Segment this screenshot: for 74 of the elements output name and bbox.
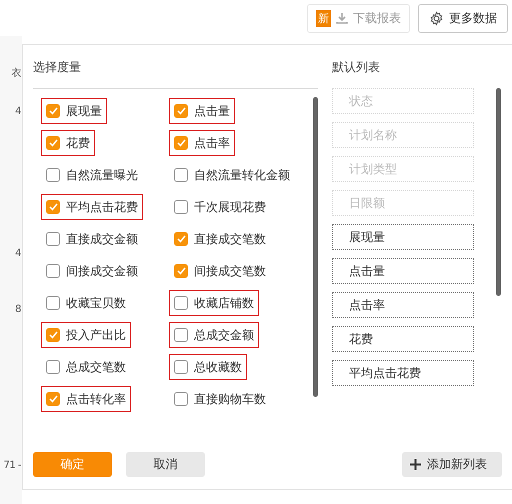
list-item[interactable]: 点击量 bbox=[332, 258, 474, 284]
checkbox-item[interactable]: 总成交金额 bbox=[169, 322, 259, 348]
download-icon bbox=[336, 12, 348, 24]
checkbox[interactable] bbox=[46, 168, 60, 182]
list-item: 计划名称 bbox=[332, 122, 474, 148]
table-cell: 71 - bbox=[3, 460, 21, 471]
check-icon bbox=[48, 203, 58, 211]
table-cell: 8 bbox=[15, 304, 21, 315]
checkbox[interactable] bbox=[46, 264, 60, 278]
checkbox-item[interactable]: 自然流量转化金额 bbox=[169, 162, 295, 188]
list-item[interactable]: 花费 bbox=[332, 326, 474, 352]
checkbox-item[interactable]: 收藏店铺数 bbox=[169, 290, 259, 316]
check-icon bbox=[48, 107, 58, 115]
checkbox[interactable] bbox=[174, 296, 188, 310]
list-item[interactable]: 平均点击花费 bbox=[332, 360, 474, 386]
check-icon bbox=[176, 139, 186, 147]
checkbox-item[interactable]: 展现量 bbox=[41, 98, 107, 124]
checkbox-item[interactable]: 花费 bbox=[41, 130, 95, 156]
check-icon bbox=[176, 235, 186, 243]
checkbox-item[interactable]: 直接购物车数 bbox=[169, 386, 271, 412]
checkbox[interactable] bbox=[46, 232, 60, 246]
checkbox-item[interactable]: 收藏宝贝数 bbox=[41, 290, 131, 316]
checkbox-item[interactable]: 总成交笔数 bbox=[41, 354, 131, 380]
checkbox-item[interactable]: 点击率 bbox=[169, 130, 235, 156]
checkbox[interactable] bbox=[174, 360, 188, 374]
check-icon bbox=[176, 267, 186, 275]
checkbox-item[interactable]: 间接成交金额 bbox=[41, 258, 143, 284]
checkbox[interactable] bbox=[174, 264, 188, 278]
table-cell-text: 衣 bbox=[12, 66, 21, 80]
checkbox[interactable] bbox=[46, 328, 60, 342]
checkbox[interactable] bbox=[46, 136, 60, 150]
check-icon bbox=[176, 107, 186, 115]
checkbox[interactable] bbox=[174, 168, 188, 182]
checkbox[interactable] bbox=[46, 296, 60, 310]
checkbox[interactable] bbox=[174, 136, 188, 150]
checkbox[interactable] bbox=[174, 200, 188, 214]
checkbox-item[interactable]: 直接成交金额 bbox=[41, 226, 143, 252]
checkbox-item[interactable]: 千次展现花费 bbox=[169, 194, 271, 220]
checkbox[interactable] bbox=[174, 104, 188, 118]
cancel-button[interactable]: 取消 bbox=[126, 452, 205, 477]
checkbox-item[interactable]: 自然流量曝光 bbox=[41, 162, 143, 188]
check-icon bbox=[48, 139, 58, 147]
checkbox[interactable] bbox=[46, 104, 60, 118]
list-item: 日限额 bbox=[332, 190, 474, 216]
table-cell: 4 bbox=[15, 106, 21, 117]
checkbox-item[interactable]: 总收藏数 bbox=[169, 354, 247, 380]
table-cell: 4 bbox=[15, 248, 21, 259]
add-list-button[interactable]: 添加新列表 bbox=[402, 452, 502, 477]
checkbox[interactable] bbox=[46, 360, 60, 374]
checkbox-item[interactable]: 点击转化率 bbox=[41, 386, 131, 412]
section-title: 默认列表 bbox=[332, 59, 381, 76]
scrollbar[interactable] bbox=[313, 97, 318, 397]
checkbox[interactable] bbox=[174, 328, 188, 342]
plus-icon bbox=[410, 459, 421, 470]
checkbox-item[interactable]: 点击量 bbox=[169, 98, 235, 124]
checkbox[interactable] bbox=[46, 200, 60, 214]
list-item[interactable]: 展现量 bbox=[332, 224, 474, 250]
check-icon bbox=[48, 331, 58, 339]
checkbox-item[interactable]: 直接成交笔数 bbox=[169, 226, 271, 252]
list-item: 状态 bbox=[332, 88, 474, 114]
check-icon bbox=[48, 395, 58, 403]
new-badge: 新 bbox=[316, 10, 331, 26]
list-item: 计划类型 bbox=[332, 156, 474, 182]
checkbox[interactable] bbox=[46, 392, 60, 406]
checkbox[interactable] bbox=[174, 232, 188, 246]
scrollbar[interactable] bbox=[496, 88, 501, 296]
checkbox-item[interactable]: 平均点击花费 bbox=[41, 194, 143, 220]
list-item[interactable]: 点击率 bbox=[332, 292, 474, 318]
checkbox-item[interactable]: 投入产出比 bbox=[41, 322, 131, 348]
checkbox-item[interactable]: 间接成交笔数 bbox=[169, 258, 271, 284]
checkbox[interactable] bbox=[174, 392, 188, 406]
more-data-button[interactable]: 更多数据 bbox=[418, 4, 508, 32]
settings-icon bbox=[429, 10, 444, 26]
section-title: 选择度量 bbox=[33, 59, 82, 76]
